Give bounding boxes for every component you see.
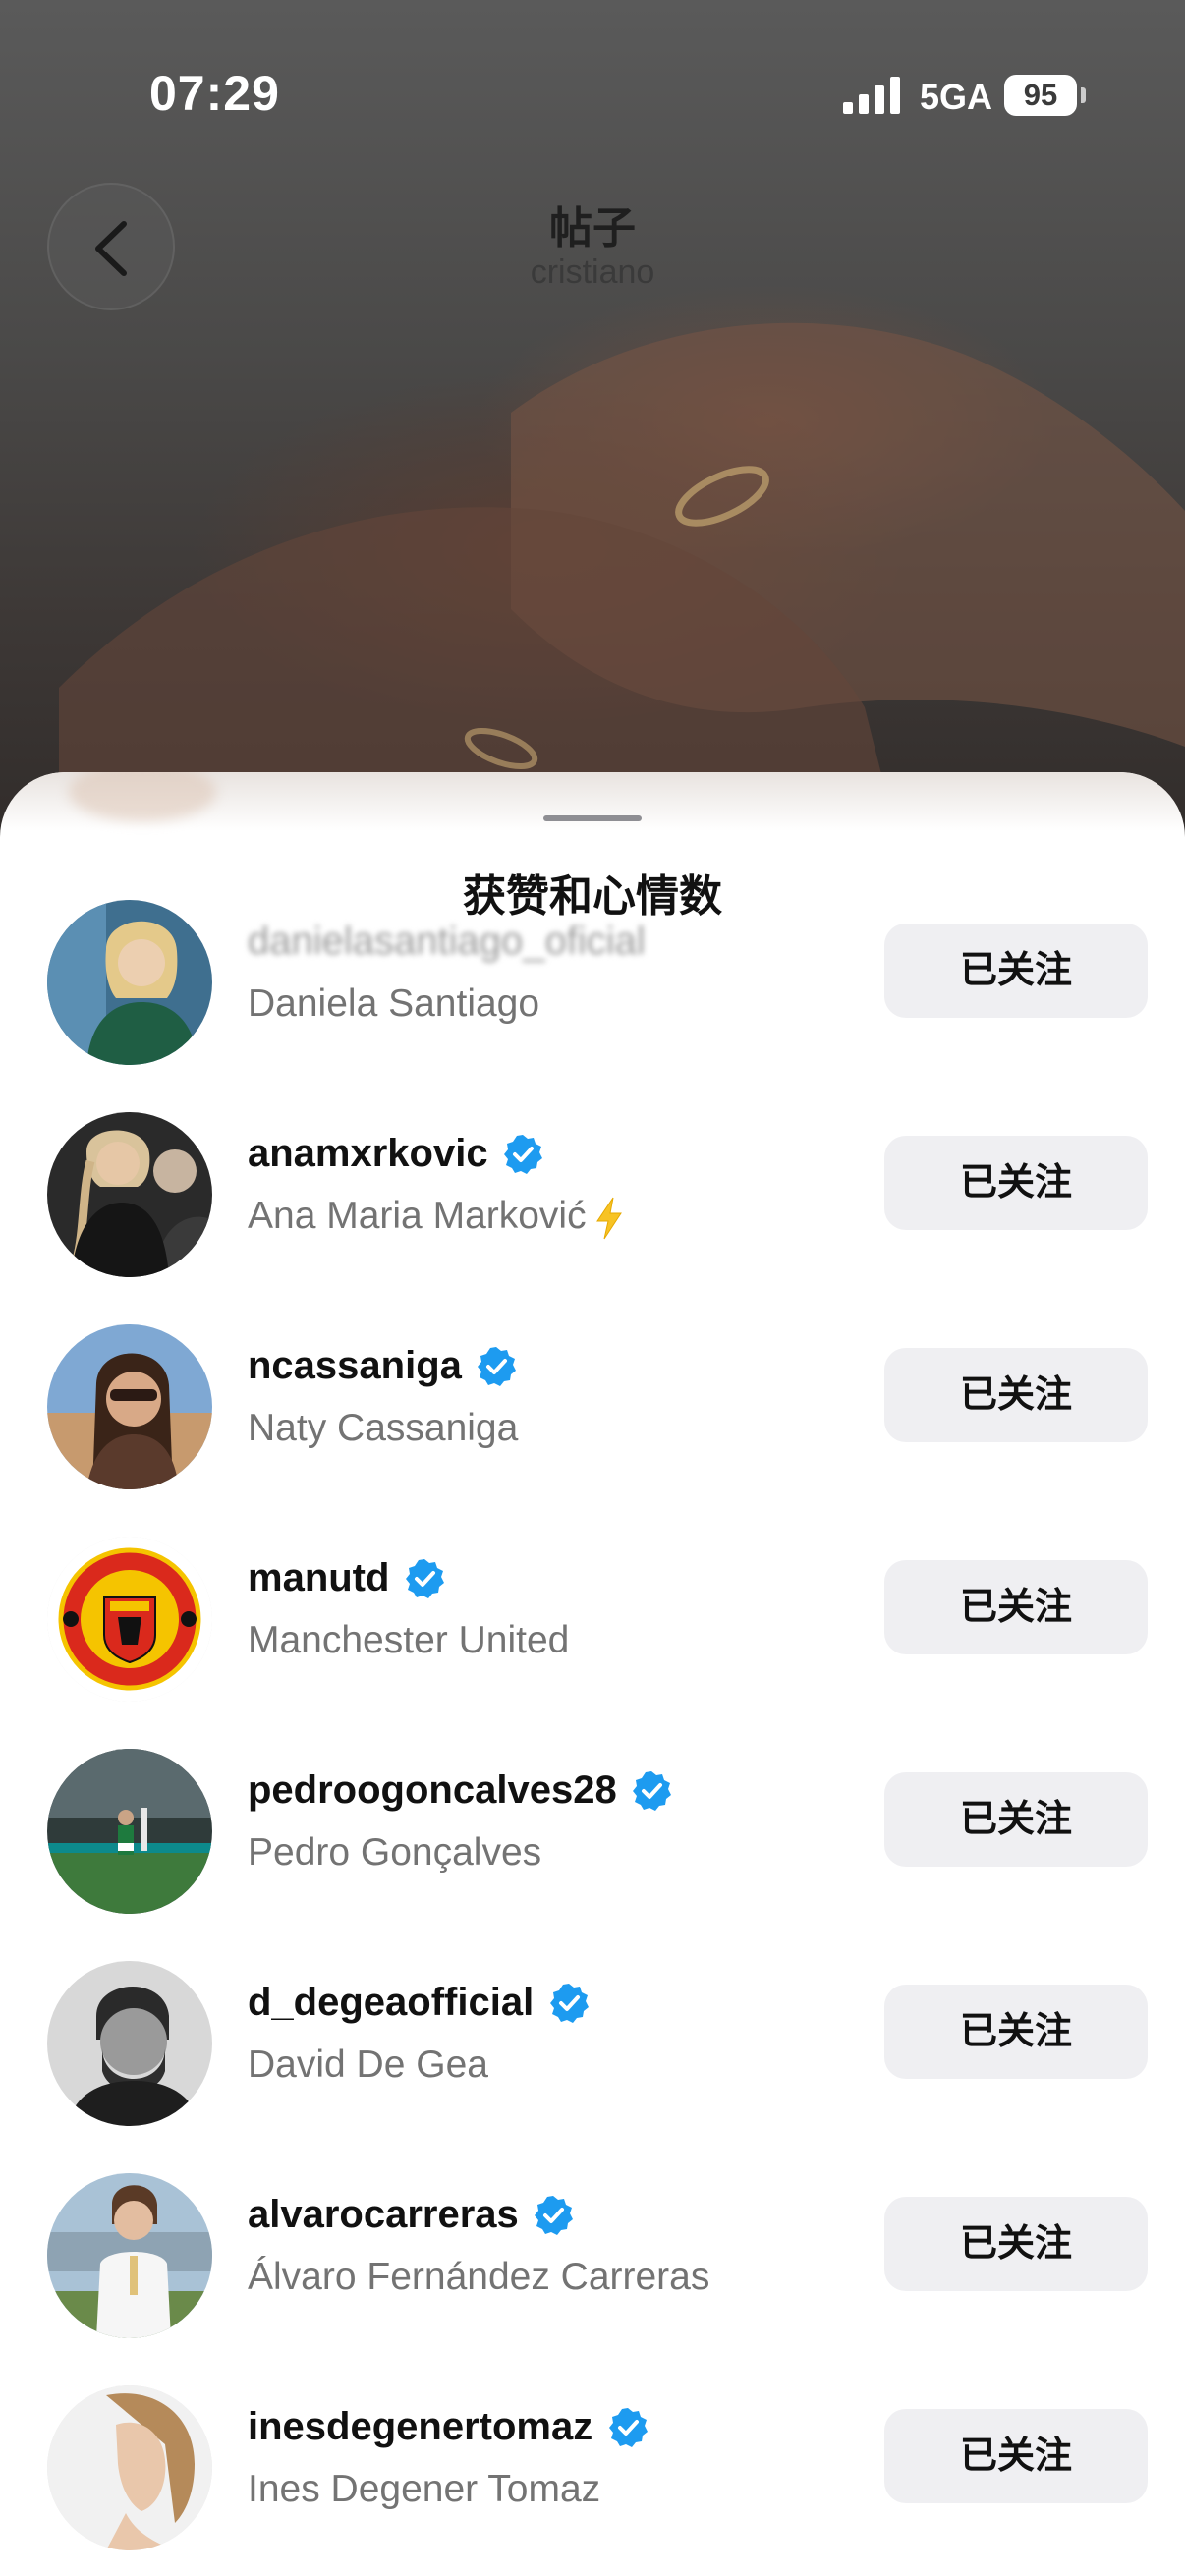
fullname: David De Gea [248, 2044, 488, 2086]
following-button[interactable]: 已关注 [884, 1136, 1148, 1230]
list-item[interactable]: anamxrkovic Ana Maria Marković 已关注 [0, 1104, 1185, 1281]
verified-badge-icon [478, 1346, 517, 1386]
page-title: 帖子 [549, 204, 636, 252]
list-item[interactable]: d_degeaofficial David De Gea 已关注 [0, 1953, 1185, 2130]
status-time: 07:29 [149, 66, 280, 121]
sheet-peek-row [0, 772, 1185, 831]
list-item[interactable]: manutd Manchester United 已关注 [0, 1529, 1185, 1706]
list-item[interactable]: pedroogoncalves28 Pedro Gonçalves 已关注 [0, 1741, 1185, 1918]
username[interactable]: inesdegenertomaz [248, 2405, 592, 2448]
fullname: Manchester United [248, 1619, 570, 1661]
avatar[interactable] [47, 1961, 212, 2126]
username[interactable]: manutd [248, 1556, 389, 1599]
verified-badge-icon [608, 2407, 648, 2447]
verified-badge-icon [405, 1558, 444, 1598]
avatar[interactable] [47, 2173, 212, 2338]
avatar[interactable] [47, 1537, 212, 1702]
fullname: Álvaro Fernández Carreras [248, 2256, 710, 2298]
list-item[interactable]: alvarocarreras Álvaro Fernández Carreras… [0, 2165, 1185, 2342]
username[interactable]: alvarocarreras [248, 2193, 519, 2236]
likes-sheet: 获赞和心情数 danielasantiago_oficial Daniela S… [0, 772, 1185, 2576]
fullname: Ines Degener Tomaz [248, 2468, 601, 2510]
verified-badge-icon [633, 1770, 672, 1811]
following-button[interactable]: 已关注 [884, 1560, 1148, 1654]
avatar[interactable] [47, 1324, 212, 1489]
page-subtitle: cristiano [530, 253, 655, 291]
ghost-avatar [69, 772, 216, 821]
following-button[interactable]: 已关注 [884, 2409, 1148, 2503]
fullname: Daniela Santiago [248, 982, 540, 1025]
status-bar: 07:29 5GA 95 [0, 0, 1185, 187]
fullname: Naty Cassaniga [248, 1407, 519, 1449]
verified-badge-icon [535, 2195, 574, 2235]
avatar[interactable] [47, 2385, 212, 2550]
verified-badge-icon [549, 1983, 589, 2023]
list-item[interactable]: danielasantiago_oficial Daniela Santiago… [0, 892, 1185, 1069]
following-button[interactable]: 已关注 [884, 2197, 1148, 2291]
avatar[interactable] [47, 1112, 212, 1277]
battery-nub [1081, 87, 1086, 103]
list-item[interactable]: inesdegenertomaz Ines Degener Tomaz 已关注 [0, 2378, 1185, 2554]
verified-badge-icon [504, 1134, 543, 1174]
avatar[interactable] [47, 900, 212, 1065]
fullname: Ana Maria Marković [248, 1195, 624, 1240]
fullname: Pedro Gonçalves [248, 1831, 542, 1874]
following-button[interactable]: 已关注 [884, 1348, 1148, 1442]
list-item[interactable]: ncassaniga Naty Cassaniga 已关注 [0, 1316, 1185, 1493]
battery-icon: 95 [1004, 75, 1077, 116]
following-button[interactable]: 已关注 [884, 1985, 1148, 2079]
username[interactable]: pedroogoncalves28 [248, 1768, 617, 1812]
username[interactable]: anamxrkovic [248, 1132, 488, 1175]
following-button[interactable]: 已关注 [884, 1772, 1148, 1867]
fullname-text: Ana Maria Marković [248, 1195, 587, 1237]
sheet-grabber[interactable] [543, 815, 642, 821]
username[interactable]: danielasantiago_oficial [248, 920, 646, 963]
signal-strength-icon [843, 77, 900, 114]
username[interactable]: d_degeaofficial [248, 1981, 534, 2024]
battery-level: 95 [1023, 78, 1058, 112]
username[interactable]: ncassaniga [248, 1344, 462, 1387]
following-button[interactable]: 已关注 [884, 924, 1148, 1018]
lightning-bolt-icon [595, 1197, 622, 1239]
avatar[interactable] [47, 1749, 212, 1914]
network-type: 5GA [920, 77, 993, 117]
